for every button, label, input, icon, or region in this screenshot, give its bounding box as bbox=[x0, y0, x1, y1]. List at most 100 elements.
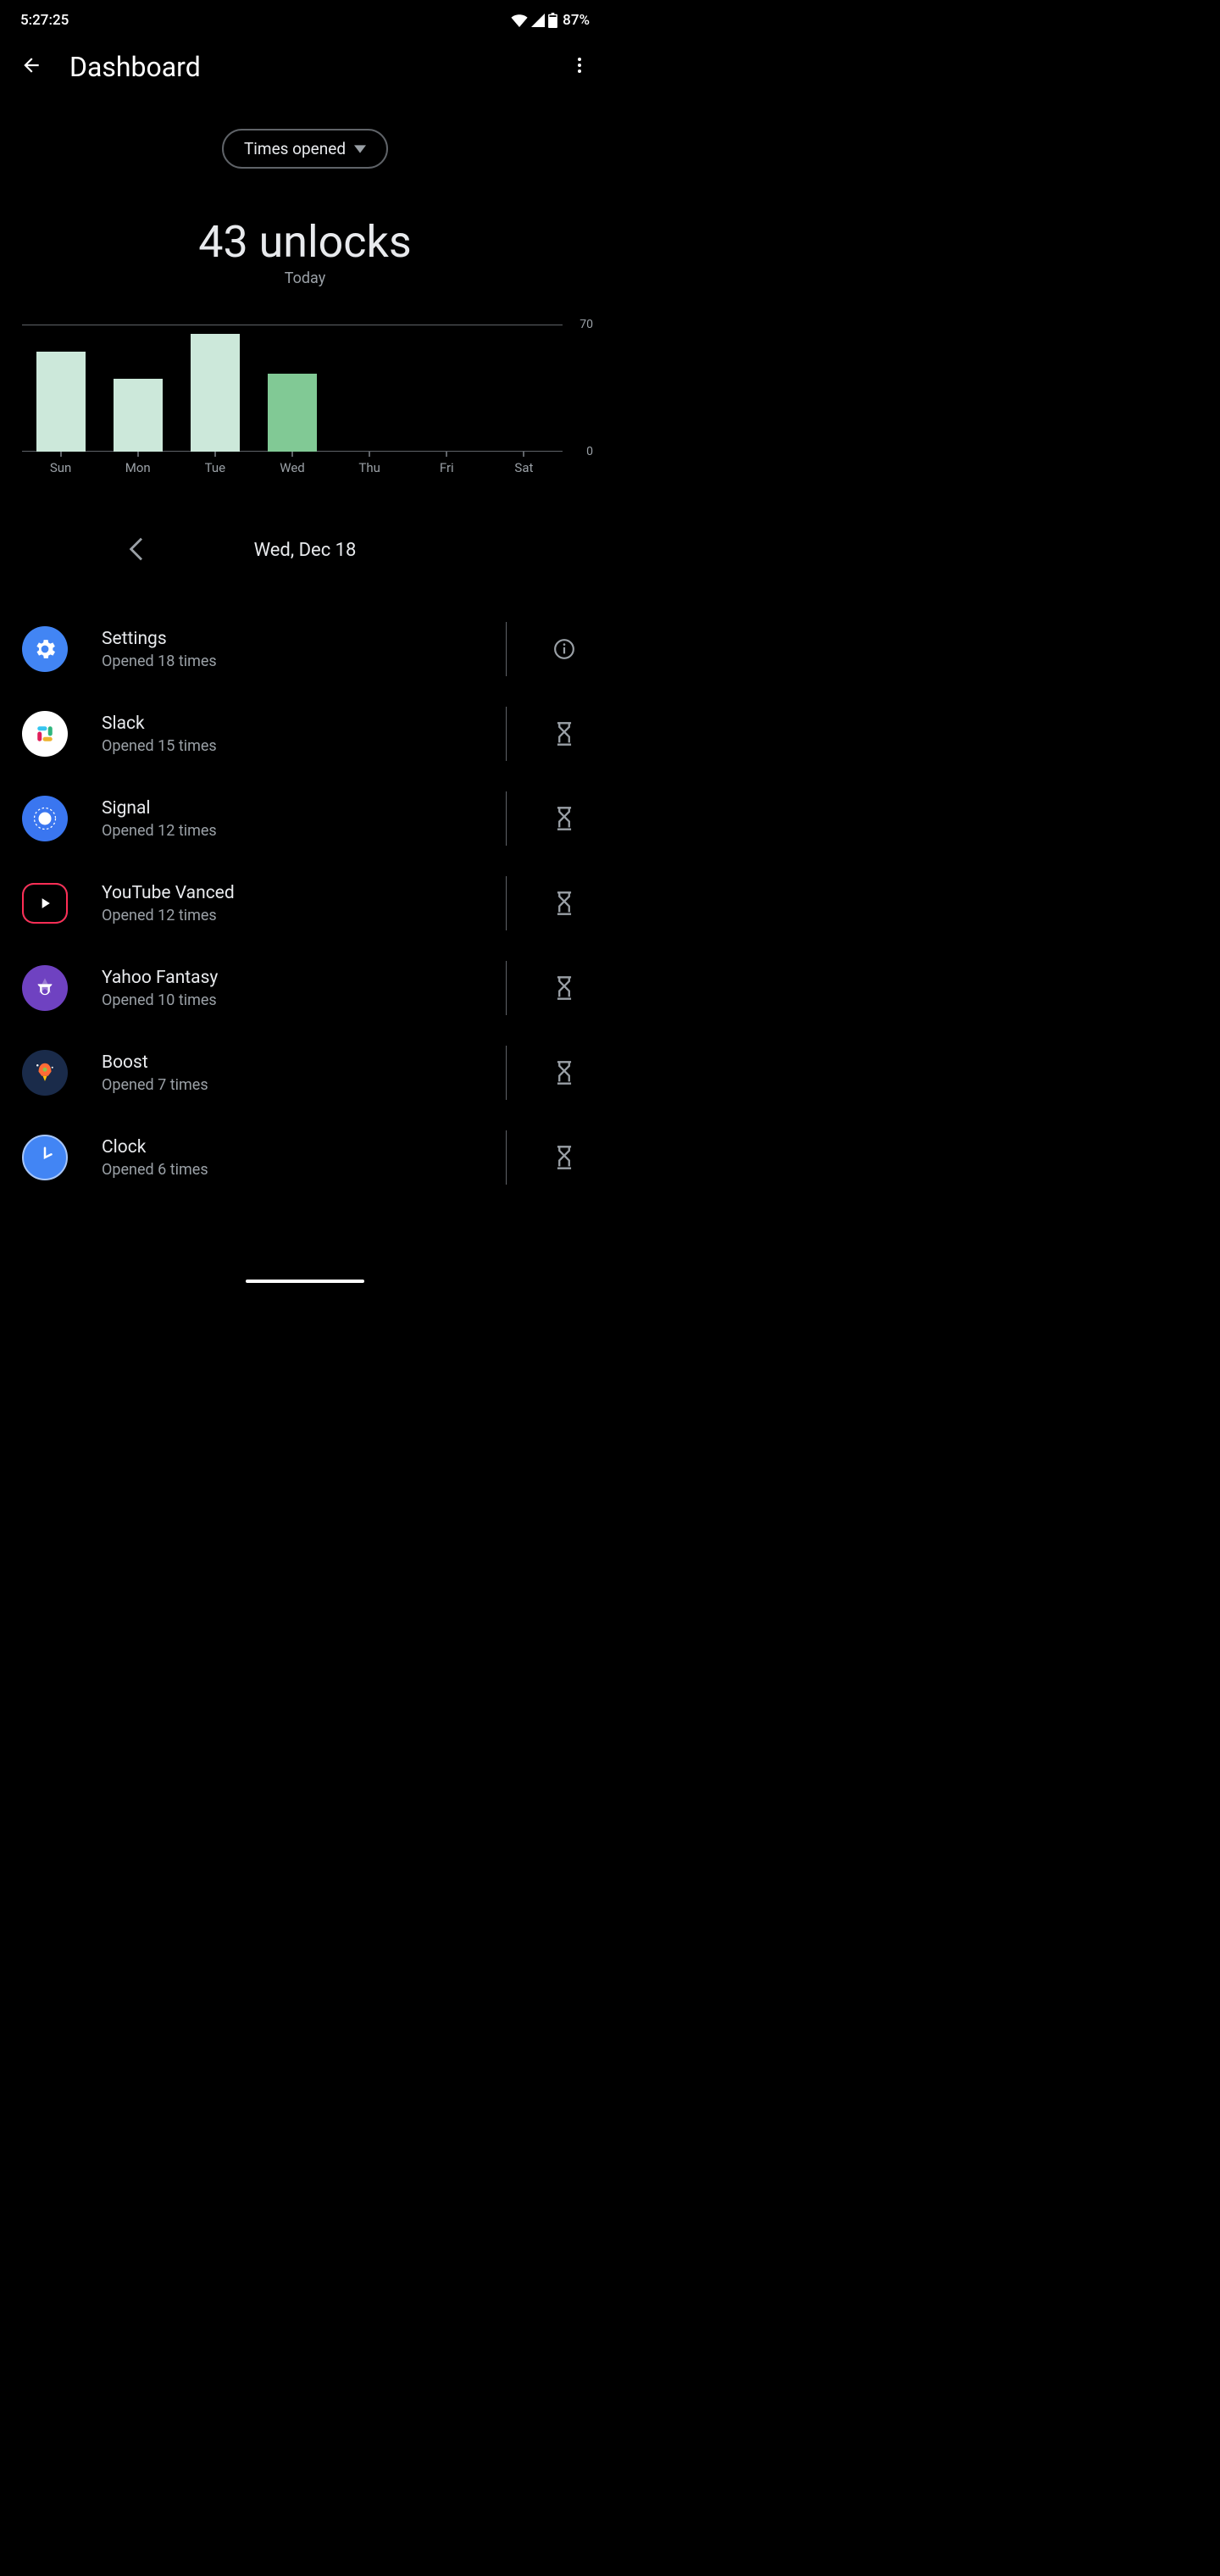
app-row[interactable]: Slack Opened 15 times bbox=[0, 691, 610, 776]
row-divider bbox=[506, 1130, 507, 1185]
app-info: YouTube Vanced Opened 12 times bbox=[102, 883, 472, 924]
app-row[interactable]: Clock Opened 6 times bbox=[0, 1115, 610, 1200]
page-title: Dashboard bbox=[69, 51, 542, 83]
bar-label: Mon bbox=[125, 460, 151, 475]
filter-label: Times opened bbox=[244, 139, 346, 158]
metric-label: Today bbox=[0, 269, 610, 287]
app-subtitle: Opened 12 times bbox=[102, 907, 472, 924]
date-navigator: Wed, Dec 18 bbox=[0, 540, 610, 561]
app-info-button[interactable] bbox=[541, 638, 588, 660]
nav-indicator bbox=[246, 1280, 364, 1283]
row-divider bbox=[506, 791, 507, 846]
app-timer-button[interactable] bbox=[541, 1060, 588, 1085]
row-divider bbox=[506, 1046, 507, 1100]
app-name: Yahoo Fantasy bbox=[102, 968, 472, 988]
app-row[interactable]: SettingsOpened 18 times bbox=[0, 607, 610, 691]
app-subtitle: Opened 7 times bbox=[102, 1076, 472, 1094]
app-row[interactable]: Yahoo Fantasy Opened 10 times bbox=[0, 946, 610, 1030]
bar-label: Wed bbox=[280, 460, 305, 475]
app-bar: Dashboard bbox=[0, 37, 610, 97]
hourglass-icon bbox=[555, 891, 574, 916]
chart-ylabel-max: 70 bbox=[580, 318, 593, 331]
app-name: Clock bbox=[102, 1137, 472, 1158]
app-timer-button[interactable] bbox=[541, 891, 588, 916]
chart-bar[interactable]: Thu bbox=[333, 325, 406, 452]
bar-fill bbox=[191, 334, 240, 452]
app-info: Clock Opened 6 times bbox=[102, 1137, 472, 1179]
bar-label: Sun bbox=[50, 460, 71, 475]
bar-tick bbox=[291, 452, 293, 457]
status-time: 5:27:25 bbox=[20, 12, 69, 29]
bar-tick bbox=[446, 452, 447, 457]
bar-fill bbox=[114, 379, 163, 452]
app-row[interactable]: SignalOpened 12 times bbox=[0, 776, 610, 861]
app-subtitle: Opened 10 times bbox=[102, 991, 472, 1009]
app-list: SettingsOpened 18 times Slack Opened 15 ti… bbox=[0, 607, 610, 1200]
chart-ylabel-min: 0 bbox=[586, 445, 593, 458]
app-subtitle: Opened 12 times bbox=[102, 822, 472, 840]
hourglass-icon bbox=[555, 1060, 574, 1085]
app-timer-button[interactable] bbox=[541, 721, 588, 747]
app-info: Boost Opened 7 times bbox=[102, 1052, 472, 1094]
app-info: Slack Opened 15 times bbox=[102, 713, 472, 755]
battery-percent: 87% bbox=[563, 12, 590, 29]
chart-bar[interactable]: Fri bbox=[410, 325, 483, 452]
app-row[interactable]: YouTube Vanced Opened 12 times bbox=[0, 861, 610, 946]
app-name: YouTube Vanced bbox=[102, 883, 472, 903]
clock-icon bbox=[22, 1135, 68, 1180]
wifi-icon bbox=[511, 14, 528, 27]
bar-tick bbox=[60, 452, 62, 457]
hourglass-icon bbox=[555, 721, 574, 747]
filter-dropdown[interactable]: Times opened bbox=[222, 129, 388, 169]
hourglass-icon bbox=[555, 975, 574, 1001]
app-timer-button[interactable] bbox=[541, 975, 588, 1001]
chart-bar[interactable]: Wed bbox=[256, 325, 329, 452]
metric: 43 unlocks Today bbox=[0, 216, 610, 287]
back-button[interactable] bbox=[20, 54, 42, 80]
app-timer-button[interactable] bbox=[541, 806, 588, 831]
bar-tick bbox=[214, 452, 216, 457]
row-divider bbox=[506, 961, 507, 1015]
bar-fill bbox=[268, 374, 317, 452]
cell-icon bbox=[531, 14, 545, 27]
app-row[interactable]: Boost Opened 7 times bbox=[0, 1030, 610, 1115]
chart-bar[interactable]: Tue bbox=[179, 325, 252, 452]
hourglass-icon bbox=[555, 806, 574, 831]
bar-tick bbox=[523, 452, 524, 457]
hourglass-icon bbox=[555, 1145, 574, 1170]
app-subtitle: Opened 15 times bbox=[102, 737, 472, 755]
bar-label: Thu bbox=[358, 460, 380, 475]
row-divider bbox=[506, 622, 507, 676]
bar-tick bbox=[369, 452, 370, 457]
bar-fill bbox=[36, 352, 86, 452]
app-name: Slack bbox=[102, 713, 472, 734]
slack-icon bbox=[22, 711, 68, 757]
date-label: Wed, Dec 18 bbox=[254, 540, 357, 561]
bar-label: Fri bbox=[440, 460, 454, 475]
dropdown-icon bbox=[354, 145, 366, 153]
app-timer-button[interactable] bbox=[541, 1145, 588, 1170]
overflow-menu-button[interactable] bbox=[569, 55, 590, 79]
app-subtitle: Opened 6 times bbox=[102, 1161, 472, 1179]
app-info: SettingsOpened 18 times bbox=[102, 629, 472, 670]
boost-icon bbox=[22, 1050, 68, 1096]
status-right: 87% bbox=[511, 12, 590, 29]
app-name: Boost bbox=[102, 1052, 472, 1073]
youtube-vanced-icon bbox=[22, 883, 68, 924]
app-name: Settings bbox=[102, 629, 472, 649]
prev-day-button[interactable] bbox=[129, 537, 142, 564]
filter-container: Times opened bbox=[0, 129, 610, 169]
bar-tick bbox=[137, 452, 139, 457]
more-vert-icon bbox=[569, 55, 590, 75]
chart-bar[interactable]: Mon bbox=[102, 325, 175, 452]
yahoo-fantasy-icon bbox=[22, 965, 68, 1011]
arrow-back-icon bbox=[20, 54, 42, 76]
status-bar: 5:27:25 87% bbox=[0, 0, 610, 37]
chart-bar[interactable]: Sat bbox=[487, 325, 560, 452]
chart-bar[interactable]: Sun bbox=[25, 325, 97, 452]
settings-icon bbox=[22, 626, 68, 672]
battery-icon bbox=[548, 13, 557, 28]
bar-label: Sat bbox=[514, 460, 533, 475]
bar-label: Tue bbox=[205, 460, 225, 475]
info-icon bbox=[553, 638, 575, 660]
